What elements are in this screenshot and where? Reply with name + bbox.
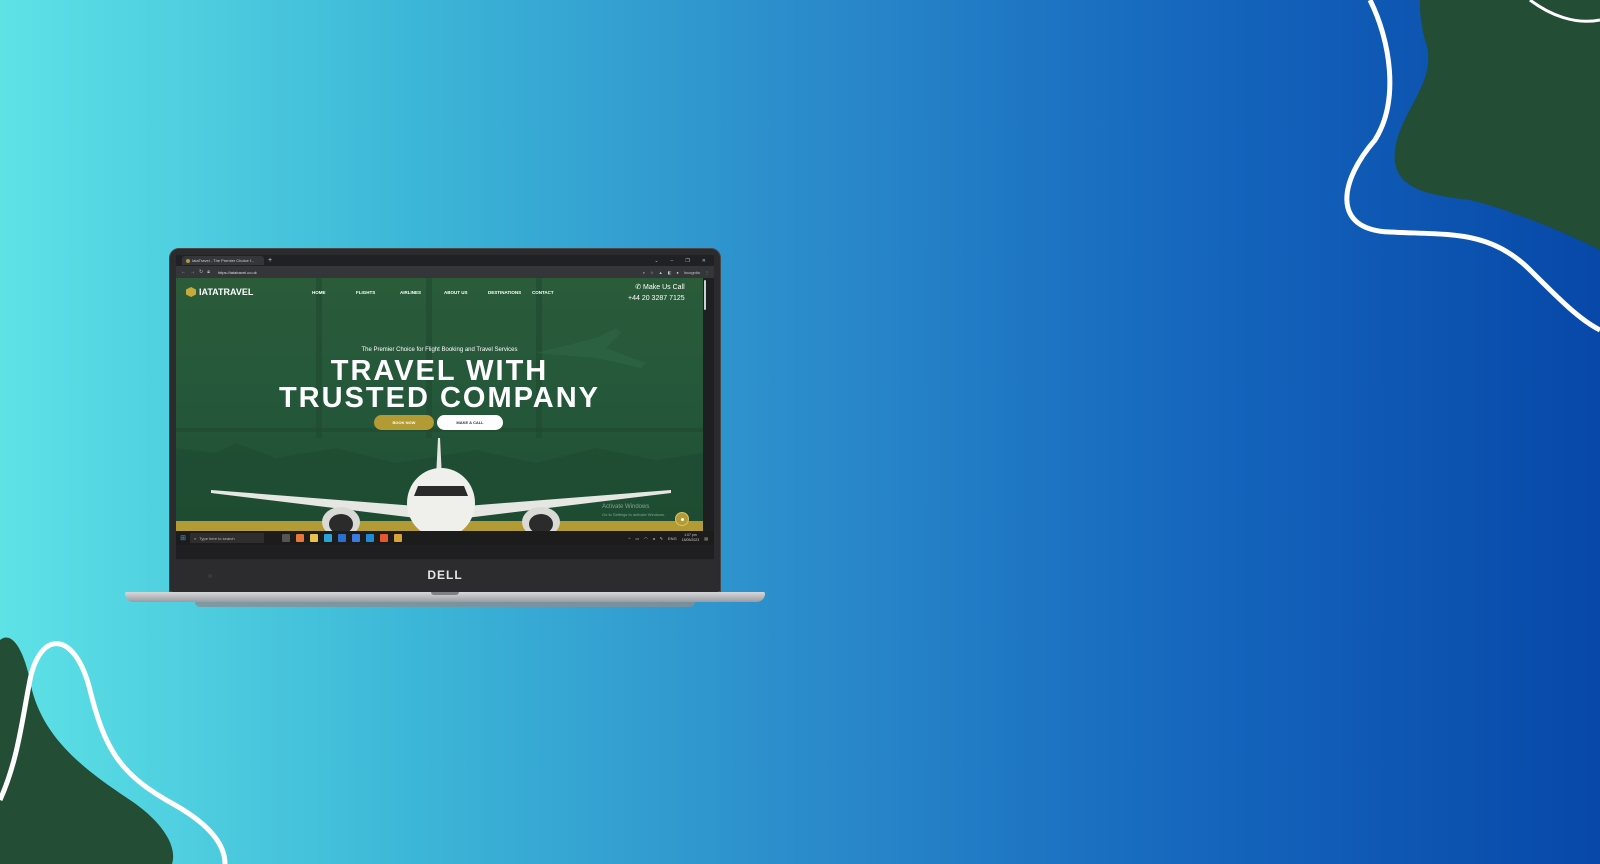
battery-icon[interactable]: ▭ [635, 536, 639, 541]
laptop-bezel-chin: DELL [172, 560, 718, 592]
system-tray: ^ ▭ ◠ ◂ ✎ ENG 1:07 pm 15/05/2023 ▤ [628, 533, 714, 543]
dell-logo: DELL [427, 568, 463, 582]
close-icon[interactable]: ✕ [702, 258, 706, 264]
nav-about-us[interactable]: ABOUT US [444, 290, 488, 295]
taskbar-clock[interactable]: 1:07 pm 15/05/2023 [682, 533, 700, 543]
book-now-button[interactable]: BOOK NOW [374, 415, 434, 430]
taskbar-apps [282, 534, 402, 542]
lid-notch [431, 592, 459, 595]
search-placeholder: Type here to search [199, 535, 235, 541]
call-label: Make Us Call [643, 284, 685, 291]
hero-headline: TRAVEL WITH TRUSTED COMPANY [176, 355, 703, 414]
nav-home[interactable]: HOME [312, 290, 356, 295]
chrome-icon[interactable] [394, 534, 402, 542]
website-hero: IATATRAVEL HOME FLIGHTS AIRLINES ABOUT U… [176, 278, 703, 531]
activate-windows-watermark: Activate Windows Go to Settings to activ… [602, 504, 665, 518]
lock-icon: 🔒︎ [207, 269, 210, 275]
forward-icon[interactable]: → [190, 269, 195, 275]
restore-icon[interactable]: ❐ [685, 258, 689, 264]
chevron-up-icon[interactable]: ^ [628, 536, 630, 541]
nav-contact[interactable]: CONTACT [532, 290, 576, 295]
notification-icon[interactable]: ▤ [704, 536, 708, 541]
volume-icon[interactable]: ◂ [653, 536, 655, 541]
extensions-icon[interactable]: ▲ [659, 270, 663, 275]
site-logo[interactable]: IATATRAVEL [186, 287, 253, 297]
make-a-call-button[interactable]: MAKE A CALL [437, 415, 503, 430]
brave-icon[interactable] [380, 534, 388, 542]
zoom-icon[interactable]: ⌕ [643, 270, 645, 275]
phone-number: +44 20 3287 7125 [628, 295, 685, 302]
taskbar-search[interactable]: ⌕ Type here to search [190, 533, 264, 543]
side-panel-icon[interactable]: ◧ [668, 270, 672, 275]
browser-tab-bar: IataTravel - The Premier Choice f... + ⌄… [176, 255, 714, 266]
menu-icon[interactable]: ⋮ [705, 270, 709, 275]
reload-icon[interactable]: ↻ [199, 269, 203, 275]
firefox-icon[interactable] [352, 534, 360, 542]
page-scrollbar[interactable] [703, 278, 707, 531]
watermark-subtitle: Go to Settings to activate Windows. [602, 512, 666, 517]
phone-icon: ✆ [635, 284, 644, 291]
language-indicator[interactable]: ENG [668, 536, 677, 541]
vscode-icon[interactable] [366, 534, 374, 542]
laptop-screen: IataTravel - The Premier Choice f... + ⌄… [176, 255, 714, 559]
edge-icon[interactable] [324, 534, 332, 542]
browser-tab[interactable]: IataTravel - The Premier Choice f... [182, 256, 264, 265]
office-app-icon[interactable] [296, 534, 304, 542]
tab-title: IataTravel - The Premier Choice f... [192, 258, 255, 263]
pen-icon[interactable]: ✎ [660, 536, 663, 541]
hero-tagline: The Premier Choice for Flight Booking an… [361, 347, 518, 353]
browser-toolbar-right: ⌕ ☆ ▲ ◧ ● Incognito ⋮ [643, 270, 709, 275]
window-controls: ⌄ – ❐ ✕ [654, 258, 706, 264]
wifi-icon[interactable]: ◠ [644, 536, 648, 541]
nav-airlines[interactable]: AIRLINES [400, 290, 444, 295]
mail-icon[interactable] [338, 534, 346, 542]
chat-widget-button[interactable] [675, 512, 689, 526]
task-view-icon[interactable] [282, 534, 290, 542]
headline-line-1: TRAVEL WITH [330, 355, 549, 387]
minimize-icon[interactable]: – [671, 258, 674, 264]
nav-destinations[interactable]: DESTINATIONS [488, 290, 532, 295]
address-bar: ← → ↻ 🔒︎ https://iatatravel.co.uk ⌕ ☆ ▲ … [176, 266, 714, 278]
clock-date: 15/05/2023 [681, 538, 700, 542]
star-icon[interactable]: ☆ [650, 270, 654, 275]
url-field[interactable]: https://iatatravel.co.uk [218, 270, 257, 275]
nav-flights[interactable]: FLIGHTS [356, 290, 400, 295]
file-explorer-icon[interactable] [310, 534, 318, 542]
top-right-green-blob [1394, 0, 1600, 250]
incognito-icon: ● [676, 269, 679, 275]
laptop-base-underside [195, 602, 695, 607]
windows-start-icon[interactable]: ⊞ [176, 534, 190, 542]
laptop-base [125, 592, 765, 602]
plane-logo-icon [186, 287, 196, 297]
search-icon: ⌕ [194, 535, 197, 541]
profile-label[interactable]: Incognito [684, 270, 700, 275]
site-navigation: HOME FLIGHTS AIRLINES ABOUT US DESTINATI… [312, 290, 576, 295]
back-icon[interactable]: ← [181, 269, 186, 275]
call-box[interactable]: ✆ Make Us Call +44 20 3287 7125 [628, 282, 685, 304]
chevron-down-icon[interactable]: ⌄ [654, 258, 658, 264]
scrollbar-thumb[interactable] [704, 280, 706, 310]
windows-taskbar: ⊞ ⌕ Type here to search ^ ▭ ◠ ◂ ✎ ENG 1:… [176, 531, 714, 545]
logo-text: IATATRAVEL [199, 287, 254, 297]
headline-line-2: TRUSTED COMPANY [278, 382, 601, 414]
watermark-title: Activate Windows [602, 504, 650, 510]
site-favicon-icon [186, 258, 190, 263]
new-tab-icon[interactable]: + [268, 257, 272, 264]
